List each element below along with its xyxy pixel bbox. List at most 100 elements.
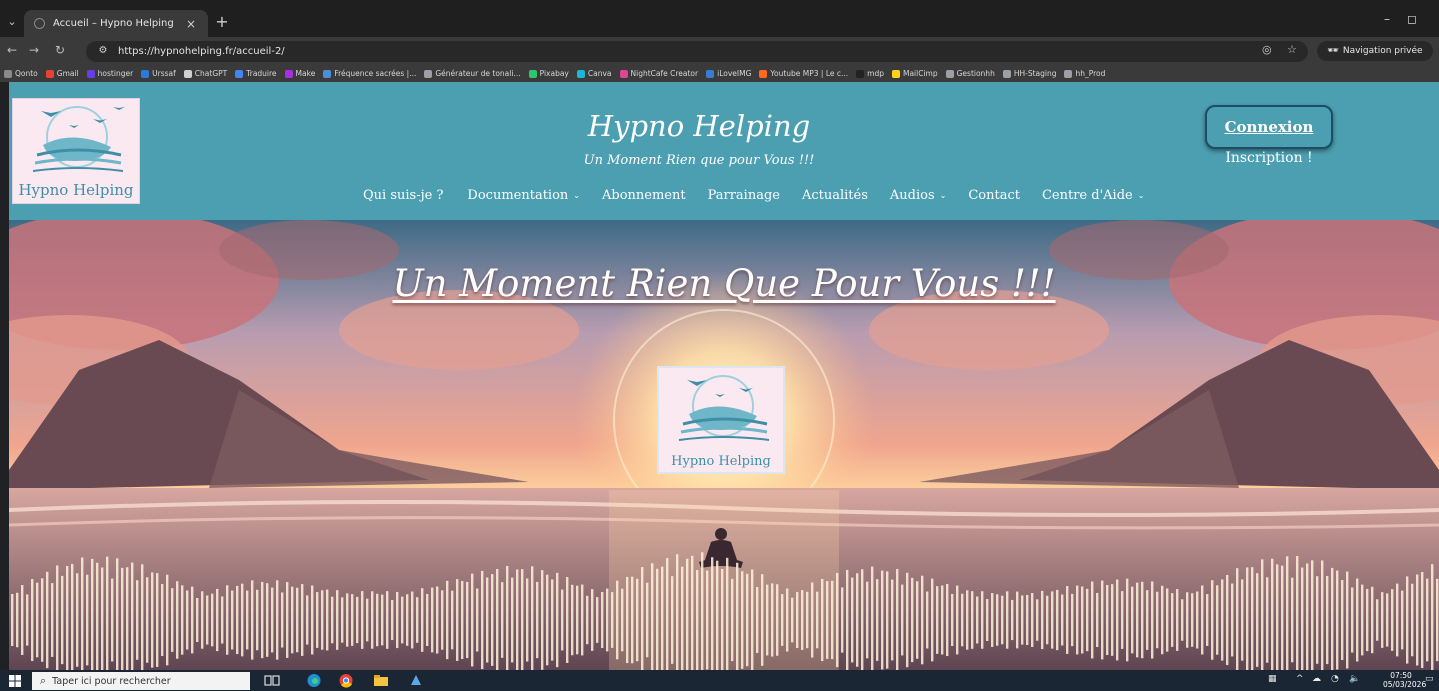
wave-bar (296, 587, 299, 653)
nav-item[interactable]: Centre d'Aide ⌄ (1042, 183, 1144, 207)
chrome-browser-icon[interactable] (338, 673, 354, 688)
hero-title: Un Moment Rien Que Pour Vous !!! (392, 262, 1056, 305)
inscription-link[interactable]: Inscription ! (1205, 150, 1333, 166)
bookmark-item[interactable]: Qonto (4, 69, 38, 78)
wave-bar (501, 582, 504, 658)
chevron-down-icon: ⌄ (1137, 190, 1145, 200)
reload-icon[interactable]: ↻ (51, 43, 69, 57)
wave-bar (131, 562, 134, 670)
wave-bar (356, 596, 359, 644)
restore-icon[interactable]: ◻ (1403, 12, 1421, 26)
wave-bar (81, 557, 84, 670)
windows-start-icon[interactable] (9, 675, 21, 687)
bookmark-label: Générateur de tonali... (435, 69, 521, 78)
wave-bar (126, 567, 129, 670)
tracking-off-icon[interactable]: ◎ (1262, 43, 1272, 56)
wave-bar (871, 566, 874, 670)
forward-icon[interactable]: → (25, 43, 43, 57)
nav-item[interactable]: Qui suis-je ? (363, 183, 443, 207)
private-label: Navigation privée (1342, 46, 1423, 56)
bookmark-item[interactable]: Fréquence sacrées |... (323, 69, 416, 78)
nav-item[interactable]: Contact (968, 183, 1020, 207)
bookmark-item[interactable]: Gestionhh (945, 69, 995, 78)
bookmark-item[interactable]: Traduire (235, 69, 277, 78)
private-browsing-badge[interactable]: 🕶 Navigation privée (1317, 41, 1433, 61)
wave-bar (446, 580, 449, 660)
hero-logo-text: Hypno Helping (671, 454, 771, 469)
tray-wifi-icon[interactable]: ◔ (1331, 674, 1339, 684)
bookmark-label: hostinger (97, 69, 134, 78)
bookmark-item[interactable]: hh_Prod (1064, 69, 1105, 78)
wave-bar (136, 580, 139, 660)
nav-item[interactable]: Parrainage (708, 183, 780, 207)
bookmark-item[interactable]: hostinger (86, 69, 134, 78)
minimize-icon[interactable]: – (1378, 12, 1396, 26)
wave-bar (311, 585, 314, 655)
edge-browser-icon[interactable] (306, 673, 322, 688)
wave-bar (906, 572, 909, 668)
wave-bar (511, 577, 514, 663)
bookmark-item[interactable]: Make (284, 69, 315, 78)
wave-bar (321, 590, 324, 650)
address-bar[interactable]: ⚙ https://hypnohelping.fr/accueil-2/ (86, 41, 1308, 62)
app-icon[interactable] (408, 673, 424, 688)
wave-bar (381, 594, 384, 646)
site-settings-icon[interactable]: ⚙ (94, 45, 112, 59)
bookmark-item[interactable]: Gmail (45, 69, 79, 78)
tab-close-icon[interactable]: × (184, 17, 198, 31)
tray-volume-icon[interactable]: 🔈 (1349, 674, 1360, 684)
browser-toolbar: ← → ↻ ⚙ https://hypnohelping.fr/accueil-… (0, 37, 1439, 65)
wave-bar (1011, 599, 1014, 641)
nav-item[interactable]: Abonnement (602, 183, 686, 207)
nav-item-label: Audios (889, 187, 935, 203)
bookmark-item[interactable]: Youtube MP3 | Le c... (759, 69, 848, 78)
wave-bar (1381, 592, 1384, 648)
wave-bar (476, 588, 479, 652)
nav-item[interactable]: Documentation ⌄ (467, 183, 580, 207)
wave-bar (451, 590, 454, 650)
bookmark-item[interactable]: NightCafe Creator (619, 69, 698, 78)
tray-chevron-up-icon[interactable]: ^ (1296, 674, 1304, 684)
wave-bar (561, 589, 564, 651)
back-icon[interactable]: ← (3, 43, 21, 57)
wave-bar (486, 577, 489, 663)
taskbar-clock[interactable]: 07:50 05/03/2026 (1383, 671, 1427, 689)
nav-item-label: Abonnement (601, 187, 686, 203)
site-logo[interactable]: Hypno Helping (12, 98, 140, 204)
nav-item[interactable]: Actualités (802, 183, 868, 207)
wave-bar (1106, 584, 1109, 656)
wave-bar (956, 585, 959, 655)
wave-bar (1221, 579, 1224, 661)
wave-bar (796, 591, 799, 649)
browser-tab-active[interactable]: Accueil – Hypno Helping × (24, 10, 208, 37)
wave-bar (406, 594, 409, 646)
site-title[interactable]: Hypno Helping (569, 109, 829, 143)
connexion-button[interactable]: Connexion (1205, 105, 1333, 149)
wave-bar (1326, 575, 1329, 665)
bookmark-item[interactable]: Urssaf (141, 69, 176, 78)
tray-network-icon[interactable]: ☁ (1312, 674, 1321, 684)
bookmark-item[interactable]: ChatGPT (183, 69, 227, 78)
bookmark-item[interactable]: iLoveIMG (706, 69, 751, 78)
nav-item[interactable]: Audios ⌄ (890, 183, 946, 207)
task-view-icon[interactable] (264, 673, 280, 688)
taskbar-search-input[interactable]: ⌕ Taper ici pour rechercher (32, 672, 250, 690)
wave-bar (166, 574, 169, 666)
tray-app-icon[interactable]: ▦ (1268, 674, 1277, 684)
bookmark-item[interactable]: HH-Staging (1002, 69, 1056, 78)
wave-bar (276, 580, 279, 660)
file-explorer-icon[interactable] (373, 673, 389, 688)
tab-search-chevron-icon[interactable]: ⌄ (0, 10, 24, 32)
wave-bar (1351, 587, 1354, 653)
bookmark-star-icon[interactable]: ☆ (1287, 43, 1297, 56)
wave-bar (756, 587, 759, 653)
bookmark-item[interactable]: MailCimp (891, 69, 938, 78)
bookmark-item[interactable]: Pixabay (528, 69, 569, 78)
bookmark-item[interactable]: mdp (856, 69, 884, 78)
notifications-icon[interactable]: ▭ (1425, 674, 1434, 684)
clock-date: 05/03/2026 (1383, 680, 1427, 689)
wave-bar (521, 569, 524, 670)
new-tab-button[interactable]: + (212, 12, 232, 32)
bookmark-item[interactable]: Générateur de tonali... (424, 69, 521, 78)
bookmark-item[interactable]: Canva (576, 69, 612, 78)
